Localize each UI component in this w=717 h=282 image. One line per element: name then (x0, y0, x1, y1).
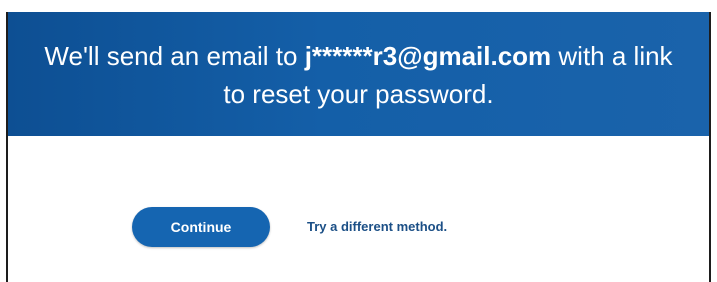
continue-button[interactable]: Continue (132, 207, 270, 247)
banner-line-1: We'll send an email to j******r3@gmail.c… (8, 37, 709, 75)
reset-password-screen: We'll send an email to j******r3@gmail.c… (0, 0, 717, 282)
try-different-method-link[interactable]: Try a different method. (307, 219, 447, 234)
reset-dialog: We'll send an email to j******r3@gmail.c… (6, 12, 711, 282)
masked-email: j******r3@gmail.com (304, 41, 552, 71)
banner-text-prefix: We'll send an email to (44, 41, 305, 71)
top-margin (0, 0, 717, 12)
banner-line-2: to reset your password. (223, 79, 494, 109)
dialog-content: Continue Try a different method. (8, 136, 709, 282)
banner-text-suffix: with a link (551, 41, 673, 71)
instruction-banner: We'll send an email to j******r3@gmail.c… (8, 12, 709, 136)
